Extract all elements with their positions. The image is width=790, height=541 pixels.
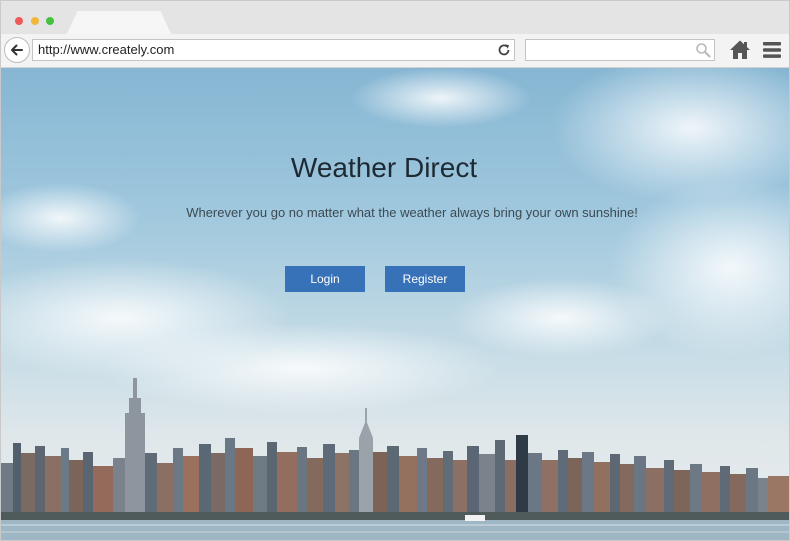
address-bar[interactable]: http://www.creately.com [32, 39, 515, 61]
search-icon[interactable] [695, 42, 711, 58]
minimize-window-dot[interactable] [31, 17, 39, 25]
menu-icon[interactable] [762, 41, 782, 59]
page-content: Weather Direct Wherever you go no matter… [1, 68, 789, 540]
browser-titlebar [1, 1, 789, 34]
browser-window: http://www.creately.com Weather Direct W… [0, 0, 790, 541]
browser-toolbar: http://www.creately.com [1, 34, 789, 68]
browser-tab[interactable] [67, 11, 171, 34]
close-window-dot[interactable] [15, 17, 23, 25]
home-icon[interactable] [729, 39, 751, 61]
search-input[interactable] [525, 39, 715, 61]
url-text: http://www.creately.com [38, 42, 175, 57]
back-button[interactable] [4, 37, 30, 63]
register-button[interactable]: Register [385, 266, 465, 292]
page-tagline: Wherever you go no matter what the weath… [186, 205, 638, 220]
login-button[interactable]: Login [285, 266, 365, 292]
back-arrow-icon [11, 44, 23, 56]
city-skyline-background [1, 68, 789, 540]
maximize-window-dot[interactable] [46, 17, 54, 25]
reload-icon[interactable] [497, 43, 511, 57]
page-title: Weather Direct [290, 152, 478, 183]
